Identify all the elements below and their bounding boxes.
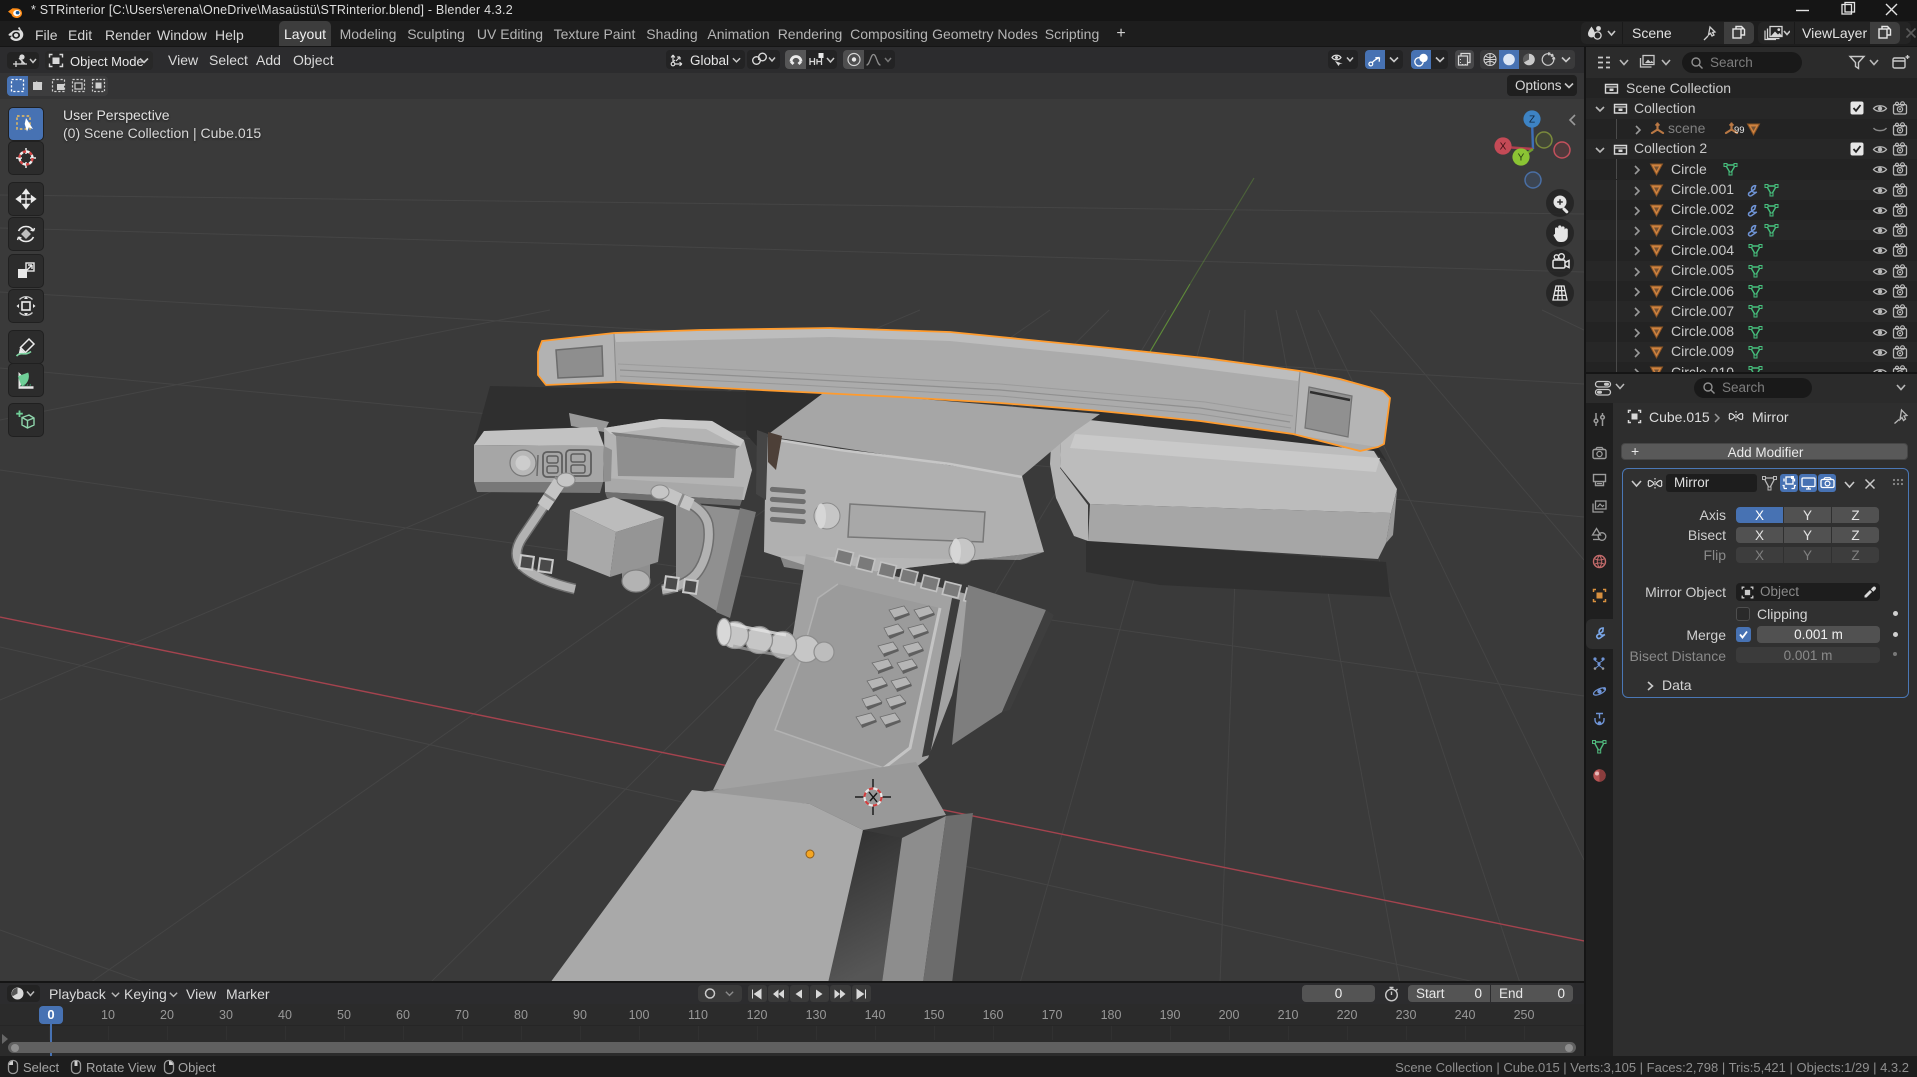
- svg-text:Z: Z: [1529, 115, 1535, 126]
- svg-text:X: X: [1500, 142, 1507, 153]
- svg-text:Y: Y: [1518, 153, 1525, 164]
